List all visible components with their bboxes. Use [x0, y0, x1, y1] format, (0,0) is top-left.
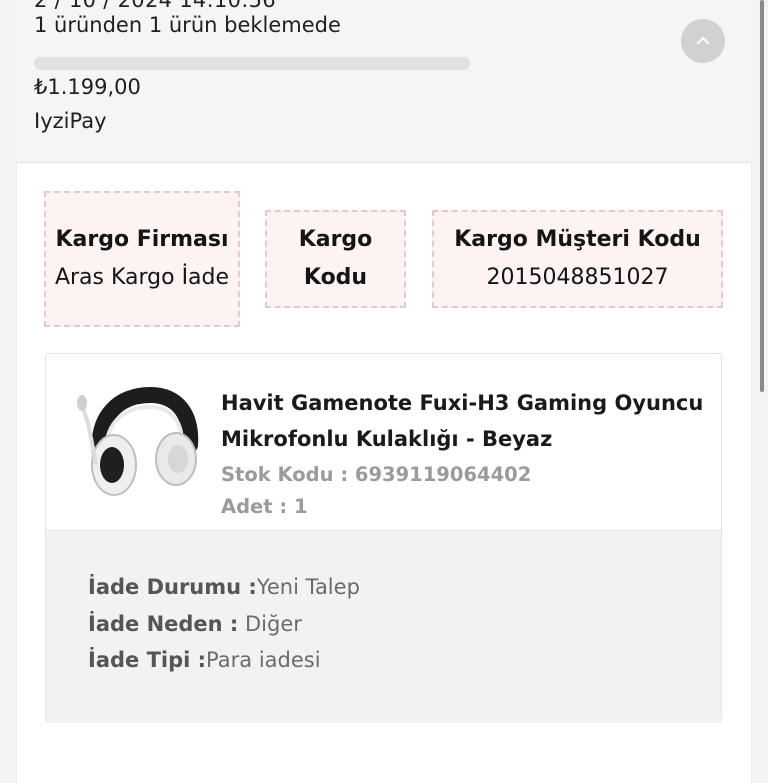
chevron-up-icon [697, 37, 709, 44]
return-type-label: İade Tipi : [88, 648, 207, 672]
return-status-row: İade Durumu :Yeni Talep [88, 575, 360, 599]
cargo-customer-code-box: Kargo Müşteri Kodu 2015048851027 [432, 210, 723, 308]
return-type-value: Para iadesi [206, 648, 321, 672]
headset-image[interactable] [70, 385, 200, 500]
cargo-customer-code-label: Kargo Müşteri Kodu [454, 227, 701, 252]
cargo-company-value: Aras Kargo İade [54, 265, 230, 290]
collapse-button[interactable] [681, 19, 725, 63]
cargo-company-label: Kargo Firması [55, 227, 229, 252]
cargo-code-box: Kargo Kodu [265, 210, 406, 308]
order-price: ₺1.199,00 [34, 75, 141, 99]
cargo-customer-code-value: 2015048851027 [486, 265, 669, 290]
pending-status-text: 1 üründen 1 ürün beklemede [34, 13, 341, 37]
order-progress-bar [34, 57, 470, 70]
return-status-label: İade Durumu : [88, 575, 257, 599]
product-quantity: Adet : 1 [221, 495, 308, 518]
cargo-code-label: Kargo Kodu [298, 227, 373, 290]
page-scrollbar[interactable] [760, 0, 764, 392]
product-name[interactable]: Havit Gamenote Fuxi-H3 Gaming Oyuncu Mik… [221, 385, 716, 457]
return-status-value: Yeni Talep [256, 575, 360, 599]
order-date: 2 / 10 / 2024 14:10:56 [34, 0, 276, 12]
return-reason-row: İade Neden : Diğer [88, 612, 302, 636]
return-reason-label: İade Neden : [88, 612, 239, 636]
payment-method: IyziPay [34, 109, 107, 133]
cargo-company-box: Kargo Firması Aras Kargo İade [44, 191, 240, 327]
return-reason-value: Diğer [245, 612, 302, 636]
stock-code: Stok Kodu : 6939119064402 [221, 463, 532, 486]
return-type-row: İade Tipi :Para iadesi [88, 648, 321, 672]
